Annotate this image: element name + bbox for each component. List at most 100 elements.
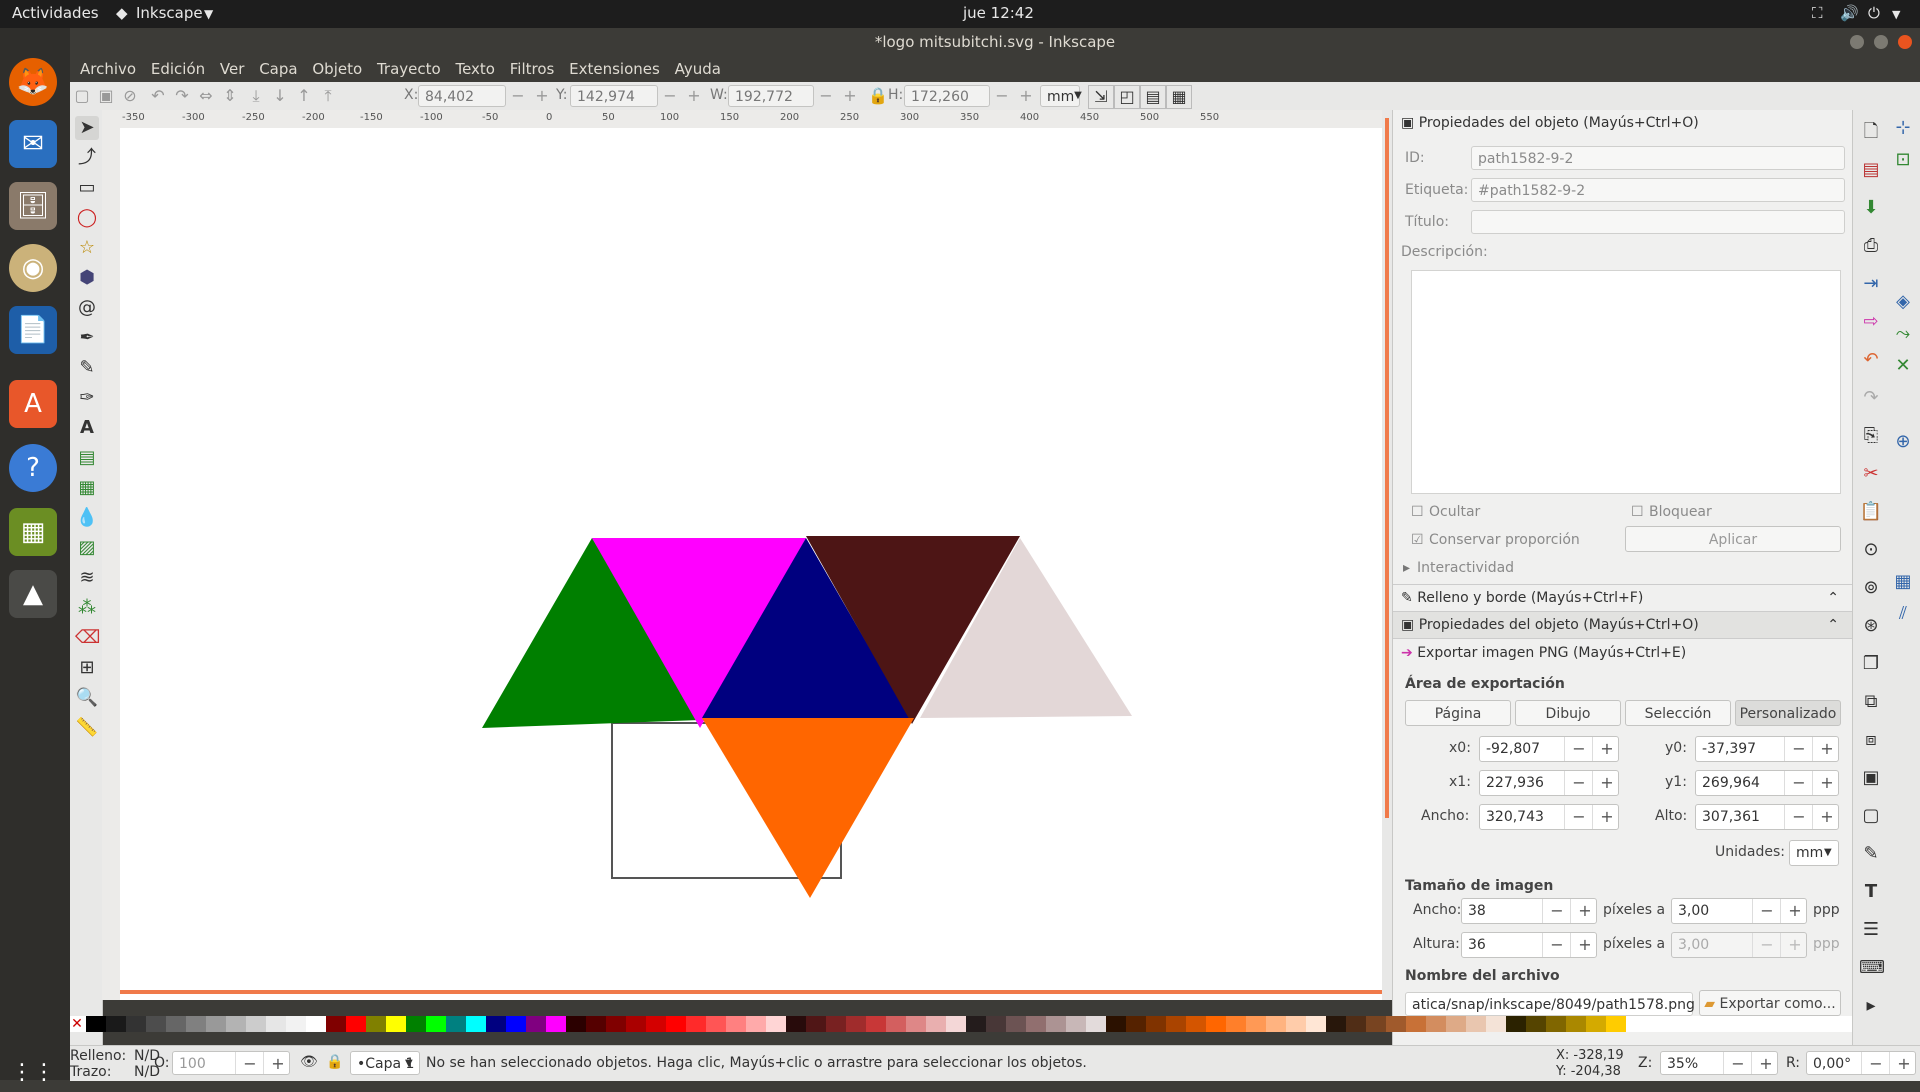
flip-horizontal-icon[interactable]: ⇔ [194,85,218,107]
pencil-tool-icon[interactable]: ✎ [75,356,99,380]
palette-swatch[interactable] [1206,1016,1226,1032]
palette-swatch[interactable] [886,1016,906,1032]
raise-icon[interactable]: ↑ [292,85,316,107]
palette-swatch[interactable] [1026,1016,1046,1032]
dpi-increment[interactable]: + [1780,899,1809,923]
lock-icon[interactable]: 🔒 [866,85,890,107]
snap-paths-icon[interactable]: ⤳ [1891,322,1915,346]
no-paint-swatch[interactable]: ✕ [70,1016,84,1032]
label-field[interactable]: #path1582-9-2 [1471,178,1845,202]
scale-stroke-icon[interactable]: ⇲ [1088,85,1114,109]
palette-swatch[interactable] [466,1016,486,1032]
height-increment[interactable]: + [1812,805,1841,829]
undo-icon[interactable]: ↶ [1859,348,1883,372]
palette-swatch[interactable] [626,1016,646,1032]
snap-grid-icon[interactable]: ▦ [1891,570,1915,594]
transform-pattern-icon[interactable]: ▦ [1166,85,1192,109]
export-png-icon[interactable]: ⇨ [1859,310,1883,334]
palette-swatch[interactable] [826,1016,846,1032]
paint-bucket-tool-icon[interactable]: ▨ [75,536,99,560]
zoom-page-icon[interactable]: ⊛ [1859,614,1883,638]
palette-swatch[interactable] [646,1016,666,1032]
more-commands-icon[interactable]: ▸ [1859,994,1883,1018]
palette-swatch[interactable] [946,1016,966,1032]
help-icon[interactable]: ? [9,444,57,492]
app-menu-icon[interactable]: ◆ [116,4,128,22]
palette-swatch[interactable] [726,1016,746,1032]
x0-spinbox[interactable]: -92,807 − + [1479,736,1619,762]
select-all-layers-icon[interactable]: ▣ [94,85,118,107]
rotate-cw-icon[interactable]: ↷ [170,85,194,107]
description-textarea[interactable] [1411,270,1841,494]
palette-swatch[interactable] [1246,1016,1266,1032]
rectangle-tool-icon[interactable]: ▭ [75,176,99,200]
horizontal-ruler[interactable]: -350 -300 -250 -200 -150 -100 -50 0 50 1… [102,110,1392,129]
export-as-button[interactable]: ▰ Exportar como... [1699,990,1841,1016]
lock-icon[interactable]: 🔒 [326,1054,343,1070]
scrollbar-thumb[interactable] [1385,118,1389,818]
palette-swatch[interactable] [686,1016,706,1032]
y0-spinbox[interactable]: -37,397 − + [1695,736,1839,762]
palette-swatch[interactable] [866,1016,886,1032]
snap-bbox-icon[interactable]: ⊡ [1891,148,1915,172]
palette-swatch[interactable] [1506,1016,1526,1032]
palette-swatch[interactable] [1146,1016,1166,1032]
app-menu-button[interactable]: Inkscape [136,4,203,22]
fill-stroke-dialog-icon[interactable]: ✎ [1859,842,1883,866]
writer-icon[interactable]: 📄 [9,306,57,354]
title-field[interactable] [1471,210,1845,234]
palette-swatch[interactable] [366,1016,386,1032]
files-icon[interactable]: 🗄 [9,182,57,230]
y-increment[interactable]: + [682,85,706,107]
node-tool-icon[interactable]: ⤴ [75,146,99,170]
h-input[interactable]: 172,260 [904,85,990,107]
clock[interactable]: jue 12:42 [963,4,1034,22]
y1-spinbox[interactable]: 269,964 − + [1695,770,1839,796]
tweak-tool-icon[interactable]: ≋ [75,566,99,590]
palette-swatch[interactable] [206,1016,226,1032]
id-field[interactable]: path1582-9-2 [1471,146,1845,170]
selector-tool-icon[interactable]: ➤ [75,116,99,140]
menu-extensiones[interactable]: Extensiones [569,56,660,82]
group-icon[interactable]: ▣ [1859,766,1883,790]
menu-objeto[interactable]: Objeto [312,56,362,82]
cut-icon[interactable]: ✂ [1859,462,1883,486]
snap-guides-icon[interactable]: ⫽ [1891,602,1915,626]
object-properties-header[interactable]: ▣ Propiedades del objeto (Mayús+Ctrl+O) [1393,110,1853,136]
snap-toggle-icon[interactable]: ⊹ [1891,116,1915,140]
palette-swatch[interactable] [1286,1016,1306,1032]
rotate-ccw-icon[interactable]: ↶ [146,85,170,107]
flip-vertical-icon[interactable]: ⇕ [218,85,242,107]
3d-box-tool-icon[interactable]: ⬢ [75,266,99,290]
image-height-decrement[interactable]: − [1542,933,1571,957]
dpi-decrement[interactable]: − [1752,899,1781,923]
palette-swatch[interactable] [426,1016,446,1032]
fill-stroke-header[interactable]: ✎ Relleno y borde (Mayús+Ctrl+F) ⌃ [1393,584,1853,612]
image-width-spinbox[interactable]: 38 − + [1461,898,1597,924]
x-input[interactable]: 84,402 [418,85,506,107]
area-selection-button[interactable]: Selección [1625,700,1731,726]
palette-swatch[interactable] [246,1016,266,1032]
palette-swatch[interactable] [506,1016,526,1032]
lock-checkbox[interactable]: ☐ [1631,504,1644,520]
x-decrement[interactable]: − [506,85,530,107]
palette-swatch[interactable] [126,1016,146,1032]
palette-swatch[interactable] [546,1016,566,1032]
palette-swatch[interactable] [806,1016,826,1032]
orange-triangle[interactable] [702,718,914,898]
snap-nodes-icon[interactable]: ◈ [1891,290,1915,314]
palette-swatch[interactable] [1306,1016,1326,1032]
text-font-dialog-icon[interactable]: T [1859,880,1883,904]
copy-icon[interactable]: ⎘ [1859,424,1883,448]
inkscape-icon[interactable]: ▲ [9,570,57,618]
palette-swatch[interactable] [966,1016,986,1032]
firefox-icon[interactable]: 🦊 [9,58,57,106]
software-icon[interactable]: A [9,380,57,428]
rotation-spinbox[interactable]: 0,00° − + [1806,1051,1916,1075]
palette-swatch[interactable] [266,1016,286,1032]
rhythmbox-icon[interactable]: ◉ [9,244,57,292]
opacity-spinbox[interactable]: 100 − + [172,1051,290,1075]
width-decrement[interactable]: − [1564,805,1593,829]
menu-capa[interactable]: Capa [259,56,297,82]
palette-swatch[interactable] [926,1016,946,1032]
